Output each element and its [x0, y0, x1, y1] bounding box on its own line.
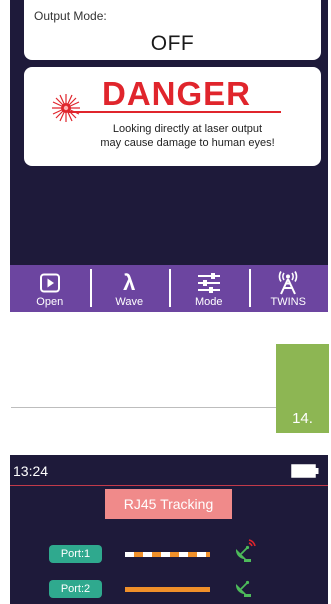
mode-label: Mode	[194, 296, 223, 308]
laser-beam-line	[68, 111, 281, 113]
port-1-button[interactable]: Port:1	[49, 545, 102, 563]
lambda-icon: λ	[123, 270, 136, 295]
tracking-screen: 13:24 RJ45 Tracking Port:1 Port:2	[10, 455, 328, 604]
port-row-1[interactable]: Port:1	[10, 539, 328, 565]
output-mode-label: Output Mode:	[34, 9, 107, 23]
open-button[interactable]: Open	[10, 265, 90, 312]
twins-label: TWINS	[270, 296, 306, 308]
satellite-dish-icon	[235, 580, 251, 597]
battery-icon	[291, 464, 319, 478]
status-bar: 13:24	[10, 455, 328, 485]
port-1-cable	[125, 552, 210, 557]
output-mode-card[interactable]: Output Mode: OFF	[24, 0, 321, 60]
rj45-tracking-title: RJ45 Tracking	[105, 489, 232, 519]
laser-screen: Output Mode: OFF DANGER Looking directly…	[10, 0, 328, 312]
sliders-icon	[197, 273, 220, 293]
open-label: Open	[36, 296, 64, 308]
bottom-toolbar: Open λ Wave Mode TWINS	[10, 265, 328, 312]
wave-button[interactable]: λ Wave	[89, 265, 170, 312]
port-2-cable	[125, 587, 210, 592]
page-divider	[11, 407, 276, 408]
port-row-2[interactable]: Port:2	[10, 580, 328, 600]
antenna-icon	[278, 271, 298, 295]
page-number-tab: 14.	[276, 344, 329, 433]
port-2-button[interactable]: Port:2	[49, 580, 102, 598]
mode-button[interactable]: Mode	[169, 265, 249, 312]
page-number: 14.	[292, 410, 313, 427]
play-square-icon	[39, 273, 60, 293]
status-divider	[10, 485, 328, 486]
danger-message-line-1: Looking directly at laser output	[112, 123, 263, 135]
danger-title: DANGER	[102, 75, 252, 112]
wave-label: Wave	[115, 296, 144, 308]
status-time: 13:24	[13, 463, 49, 479]
satellite-dish-icon	[235, 539, 256, 562]
laser-burst-icon	[52, 94, 80, 122]
twins-button[interactable]: TWINS	[248, 265, 329, 312]
danger-message: Looking directly at laser output may cau…	[64, 122, 311, 150]
danger-message-line-2: may cause damage to human eyes!	[100, 137, 275, 149]
danger-warning-card: DANGER Looking directly at laser output …	[24, 67, 321, 166]
output-mode-value: OFF	[150, 32, 195, 55]
